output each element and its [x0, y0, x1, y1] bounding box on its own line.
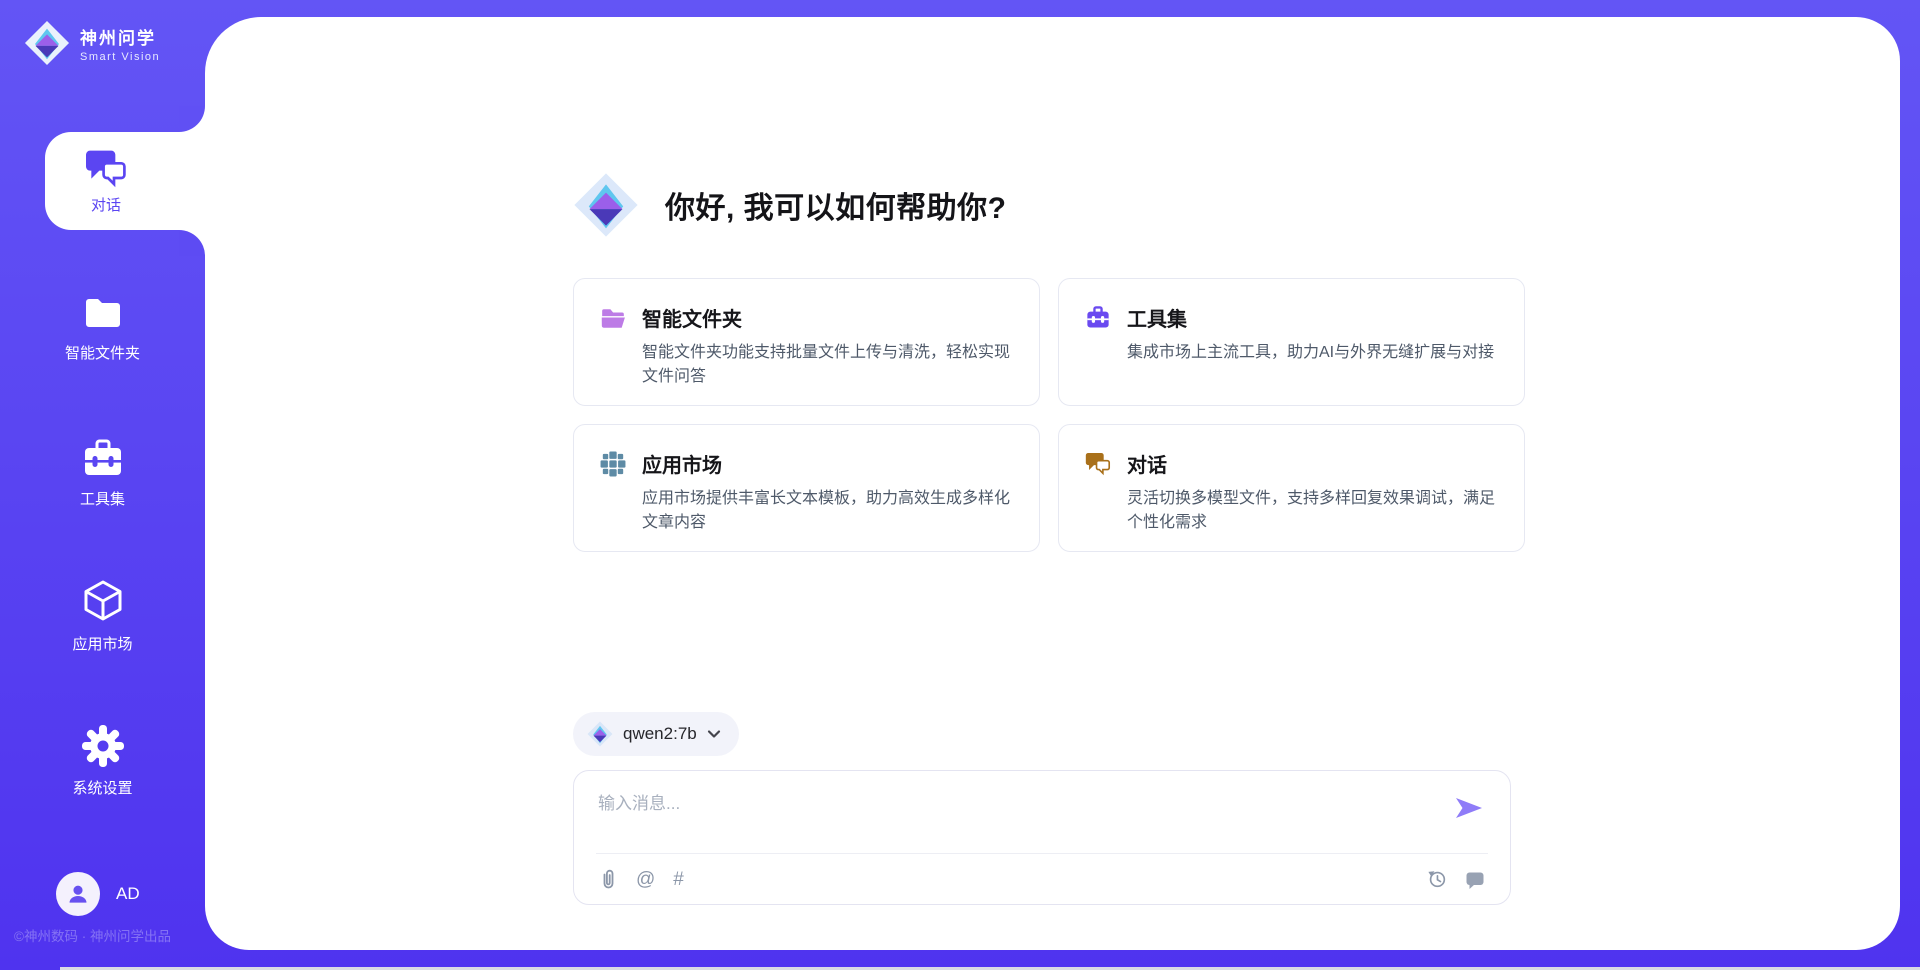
chevron-down-icon	[707, 729, 721, 739]
feedback-button[interactable]	[1464, 869, 1486, 890]
attach-file-button[interactable]	[598, 868, 618, 890]
history-clock-icon	[1426, 868, 1448, 890]
card-description: 应用市场提供丰富长文本模板，助力高效生成多样化文章内容	[642, 487, 1013, 535]
model-selector[interactable]: qwen2:7b	[573, 712, 739, 756]
feature-card-chat[interactable]: 对话 灵活切换多模型文件，支持多样回复效果调试，满足个性化需求	[1058, 424, 1525, 552]
sidebar-item-label: 系统设置	[72, 777, 132, 798]
model-name: qwen2:7b	[623, 724, 697, 744]
user-profile[interactable]: AD	[56, 872, 140, 916]
send-icon	[1454, 795, 1484, 821]
card-title: 应用市场	[642, 449, 722, 478]
person-icon	[65, 881, 91, 907]
briefcase-icon	[81, 437, 125, 479]
history-button[interactable]	[1426, 868, 1448, 890]
sidebar-item-label: 智能文件夹	[65, 342, 140, 363]
chat-bubbles-icon	[84, 148, 128, 188]
sidebar-item-smart-folder[interactable]: 智能文件夹	[0, 290, 205, 366]
paperclip-icon	[598, 868, 618, 890]
cube-grid-icon	[600, 451, 626, 477]
sidebar-item-app-market[interactable]: 应用市场	[0, 578, 205, 654]
user-initials: AD	[116, 884, 140, 904]
sidebar-item-settings[interactable]: 系统设置	[0, 723, 205, 799]
app-logo: 神州问学 Smart Vision	[24, 20, 160, 66]
hashtag-button[interactable]: #	[673, 870, 684, 889]
sidebar-item-label: 工具集	[80, 488, 125, 509]
folder-icon	[81, 293, 125, 333]
chat-bubble-filled-icon	[1464, 869, 1486, 890]
chat-bubbles-icon	[1085, 451, 1111, 476]
brand-name: 神州问学	[80, 24, 160, 49]
cube-icon	[81, 578, 125, 624]
feature-card-app-market[interactable]: 应用市场 应用市场提供丰富长文本模板，助力高效生成多样化文章内容	[573, 424, 1040, 552]
feature-cards: 智能文件夹 智能文件夹功能支持批量文件上传与清洗，轻松实现文件问答 工具集 集成…	[573, 278, 1525, 552]
tab-fillet-top	[179, 106, 205, 132]
message-composer: @ #	[573, 770, 1511, 905]
mention-button[interactable]: @	[636, 870, 655, 889]
copyright-text: ©神州数码 · 神州问学出品	[14, 925, 171, 945]
avatar	[56, 872, 100, 916]
card-description: 集成市场上主流工具，助力AI与外界无缝扩展与对接	[1127, 341, 1498, 365]
composer-divider	[596, 853, 1488, 854]
assistant-diamond-icon	[573, 172, 639, 238]
greeting-block: 你好, 我可以如何帮助你?	[573, 160, 1007, 250]
card-description: 灵活切换多模型文件，支持多样回复效果调试，满足个性化需求	[1127, 487, 1498, 535]
card-description: 智能文件夹功能支持批量文件上传与清洗，轻松实现文件问答	[642, 341, 1013, 389]
sidebar-item-toolkit[interactable]: 工具集	[0, 435, 205, 511]
card-title: 对话	[1127, 449, 1167, 478]
briefcase-icon	[1085, 305, 1111, 330]
main-panel: 你好, 我可以如何帮助你? 智能文件夹 智能文件夹功能支持批量文件上传与清洗，轻…	[205, 17, 1900, 950]
sidebar-item-chat[interactable]: 对话	[45, 132, 205, 230]
message-input[interactable]	[598, 789, 1428, 847]
gear-icon	[81, 724, 125, 768]
card-title: 智能文件夹	[642, 303, 742, 332]
sidebar-item-label: 应用市场	[72, 633, 132, 654]
composer-toolbar: @ #	[598, 863, 1486, 895]
folder-open-icon	[600, 306, 626, 330]
sidebar-item-label: 对话	[91, 194, 121, 215]
feature-card-smart-folder[interactable]: 智能文件夹 智能文件夹功能支持批量文件上传与清洗，轻松实现文件问答	[573, 278, 1040, 406]
brand-subtitle: Smart Vision	[80, 51, 160, 63]
model-diamond-icon	[587, 721, 613, 747]
tab-fillet-bottom	[179, 230, 205, 256]
send-button[interactable]	[1454, 795, 1484, 821]
card-title: 工具集	[1127, 303, 1187, 332]
feature-card-toolkit[interactable]: 工具集 集成市场上主流工具，助力AI与外界无缝扩展与对接	[1058, 278, 1525, 406]
brand-diamond-icon	[24, 20, 70, 66]
greeting-title: 你好, 我可以如何帮助你?	[665, 183, 1007, 227]
